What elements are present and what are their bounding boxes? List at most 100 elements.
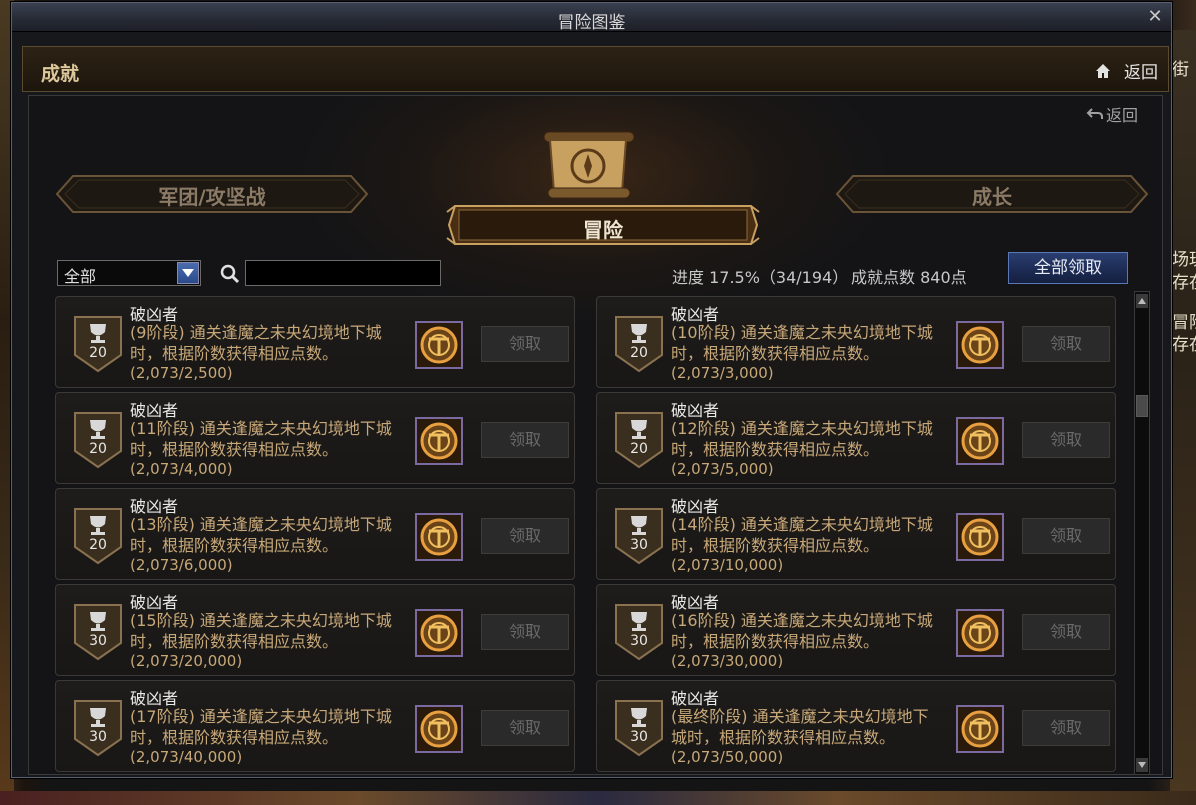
reward-item-icon[interactable]: [415, 609, 463, 657]
achievement-progress: (2,073/3,000): [671, 364, 774, 382]
claim-button[interactable]: 领取: [1022, 614, 1110, 650]
trophy-badge: 20: [614, 315, 664, 373]
category-tab-growth[interactable]: 成长: [835, 174, 1149, 214]
category-tab-adventure[interactable]: 冒险: [445, 202, 761, 248]
achievement-points: 30: [630, 633, 648, 649]
achievement-list: 20 破凶者 (9阶段) 通关逢魔之未央幻境地下城时，根据阶数获得相应点数。 (2,0…: [55, 296, 1125, 776]
achievement-points: 30: [630, 729, 648, 745]
achievement-progress: (2,073/2,500): [130, 364, 233, 382]
reward-item-icon[interactable]: [415, 513, 463, 561]
reward-item-icon[interactable]: [956, 609, 1004, 657]
scroll-thumb[interactable]: [1136, 395, 1148, 417]
scroll-down-button[interactable]: [1136, 758, 1148, 772]
section-title: 成就: [41, 63, 80, 85]
achievement-progress: (2,073/6,000): [130, 556, 233, 574]
search-input[interactable]: [245, 260, 441, 286]
achievement-description: (最终阶段) 通关逢魔之未央幻境地下城时，根据阶数获得相应点数。: [671, 707, 929, 747]
reward-item-icon[interactable]: [956, 417, 1004, 465]
scroll-compass-emblem: [532, 120, 644, 208]
search-icon: [220, 264, 240, 284]
return-arrow-icon: [1086, 108, 1103, 119]
achievement-points: 30: [630, 537, 648, 553]
achievement-description: (9阶段) 通关逢魔之未央幻境地下城时，根据阶数获得相应点数。: [130, 323, 382, 363]
close-button[interactable]: ✕: [1145, 7, 1165, 27]
arrow-down-icon: [1138, 762, 1146, 768]
trophy-badge: 20: [73, 315, 123, 373]
achievement-points: 20: [89, 345, 107, 361]
achievement-description: (13阶段) 通关逢魔之未央幻境地下城时，根据阶数获得相应点数。: [130, 515, 392, 555]
achievement-description: (16阶段) 通关逢魔之未央幻境地下城时，根据阶数获得相应点数。: [671, 611, 933, 651]
background-text-fragment: 存在: [1172, 335, 1196, 355]
progress-text: 进度 17.5%（34/194）: [672, 268, 849, 287]
achievement-description: (14阶段) 通关逢魔之未央幻境地下城时，根据阶数获得相应点数。: [671, 515, 933, 555]
trophy-badge: 20: [614, 411, 664, 469]
achievement-points: 30: [89, 633, 107, 649]
achievement-card: 30 破凶者 (16阶段) 通关逢魔之未央幻境地下城时，根据阶数获得相应点数。 (2,…: [596, 584, 1116, 676]
achievement-points-text: 成就点数 840点: [851, 268, 967, 287]
achievement-description: (15阶段) 通关逢魔之未央幻境地下城时，根据阶数获得相应点数。: [130, 611, 392, 651]
window-titlebar[interactable]: 冒险图鉴 ✕: [12, 3, 1171, 33]
background-game-scene-bottom: [0, 791, 1196, 805]
background-game-scene-right: [1170, 30, 1196, 805]
achievement-card: 30 破凶者 (17阶段) 通关逢魔之未央幻境地下城时，根据阶数获得相应点数。 (2,…: [55, 680, 575, 772]
home-icon: [1096, 63, 1110, 78]
achievement-points: 20: [630, 441, 648, 457]
home-back-button[interactable]: 返回: [1094, 58, 1158, 83]
claim-button[interactable]: 领取: [481, 710, 569, 746]
trophy-badge: 30: [614, 507, 664, 565]
claim-button[interactable]: 领取: [1022, 518, 1110, 554]
reward-item-icon[interactable]: [956, 513, 1004, 561]
trophy-badge: 30: [614, 699, 664, 757]
achievement-points: 20: [89, 441, 107, 457]
claim-button[interactable]: 领取: [481, 422, 569, 458]
reward-item-icon[interactable]: [415, 705, 463, 753]
achievement-description: (11阶段) 通关逢魔之未央幻境地下城时，根据阶数获得相应点数。: [130, 419, 392, 459]
trophy-badge: 20: [73, 507, 123, 565]
window-title: 冒险图鉴: [557, 13, 626, 33]
claim-button[interactable]: 领取: [1022, 422, 1110, 458]
achievement-progress: (2,073/40,000): [130, 748, 243, 766]
scroll-up-button[interactable]: [1136, 294, 1148, 308]
achievement-card: 20 破凶者 (11阶段) 通关逢魔之未央幻境地下城时，根据阶数获得相应点数。 (2,…: [55, 392, 575, 484]
claim-button[interactable]: 领取: [481, 326, 569, 362]
reward-item-icon[interactable]: [956, 705, 1004, 753]
category-filter-dropdown[interactable]: 全部: [57, 260, 201, 286]
achievement-progress: (2,073/10,000): [671, 556, 784, 574]
achievement-card: 30 破凶者 (14阶段) 通关逢魔之未央幻境地下城时，根据阶数获得相应点数。 (2,…: [596, 488, 1116, 580]
reward-item-icon[interactable]: [956, 321, 1004, 369]
claim-button[interactable]: 领取: [1022, 710, 1110, 746]
trophy-badge: 30: [73, 699, 123, 757]
achievement-progress: (2,073/4,000): [130, 460, 233, 478]
dropdown-arrow-icon[interactable]: [177, 262, 199, 284]
category-tab-legion-label: 军团/攻坚战: [158, 185, 266, 209]
reward-item-icon[interactable]: [415, 321, 463, 369]
achievement-progress: (2,073/5,000): [671, 460, 774, 478]
filter-row: 全部 进度 17.5%（34/194） 成就点数 840点 全部领取: [57, 252, 1137, 290]
category-tab-growth-label: 成长: [972, 185, 1012, 209]
reward-item-icon[interactable]: [415, 417, 463, 465]
achievement-card: 30 破凶者 (最终阶段) 通关逢魔之未央幻境地下城时，根据阶数获得相应点数。 (2,…: [596, 680, 1116, 772]
achievement-points: 20: [89, 537, 107, 553]
list-scrollbar[interactable]: [1134, 291, 1150, 775]
achievement-card: 20 破凶者 (12阶段) 通关逢魔之未央幻境地下城时，根据阶数获得相应点数。 (2,…: [596, 392, 1116, 484]
achievement-points: 20: [630, 345, 648, 361]
home-back-label: 返回: [1124, 63, 1158, 83]
achievement-card: 20 破凶者 (13阶段) 通关逢魔之未央幻境地下城时，根据阶数获得相应点数。 (2,…: [55, 488, 575, 580]
claim-button[interactable]: 领取: [1022, 326, 1110, 362]
claim-button[interactable]: 领取: [481, 614, 569, 650]
achievement-progress: (2,073/50,000): [671, 748, 784, 766]
achievement-description: (10阶段) 通关逢魔之未央幻境地下城时，根据阶数获得相应点数。: [671, 323, 933, 363]
claim-button[interactable]: 领取: [481, 518, 569, 554]
achievement-card: 30 破凶者 (15阶段) 通关逢魔之未央幻境地下城时，根据阶数获得相应点数。 (2,…: [55, 584, 575, 676]
section-header: 成就 返回: [22, 46, 1169, 92]
sub-back-label: 返回: [1105, 106, 1138, 125]
sub-back-button[interactable]: 返回: [1086, 102, 1138, 126]
claim-all-button[interactable]: 全部领取: [1008, 252, 1128, 284]
category-tab-legion[interactable]: 军团/攻坚战: [55, 174, 369, 214]
achievement-card: 20 破凶者 (9阶段) 通关逢魔之未央幻境地下城时，根据阶数获得相应点数。 (2,0…: [55, 296, 575, 388]
background-text-fragment: 场玩: [1172, 250, 1196, 270]
trophy-badge: 20: [73, 411, 123, 469]
trophy-badge: 30: [73, 603, 123, 661]
achievement-description: (12阶段) 通关逢魔之未央幻境地下城时，根据阶数获得相应点数。: [671, 419, 933, 459]
achievement-panel: 返回 军团/攻坚战 冒险 成长 全部 进度 17.5%（34/194） 成就点数…: [28, 95, 1163, 775]
